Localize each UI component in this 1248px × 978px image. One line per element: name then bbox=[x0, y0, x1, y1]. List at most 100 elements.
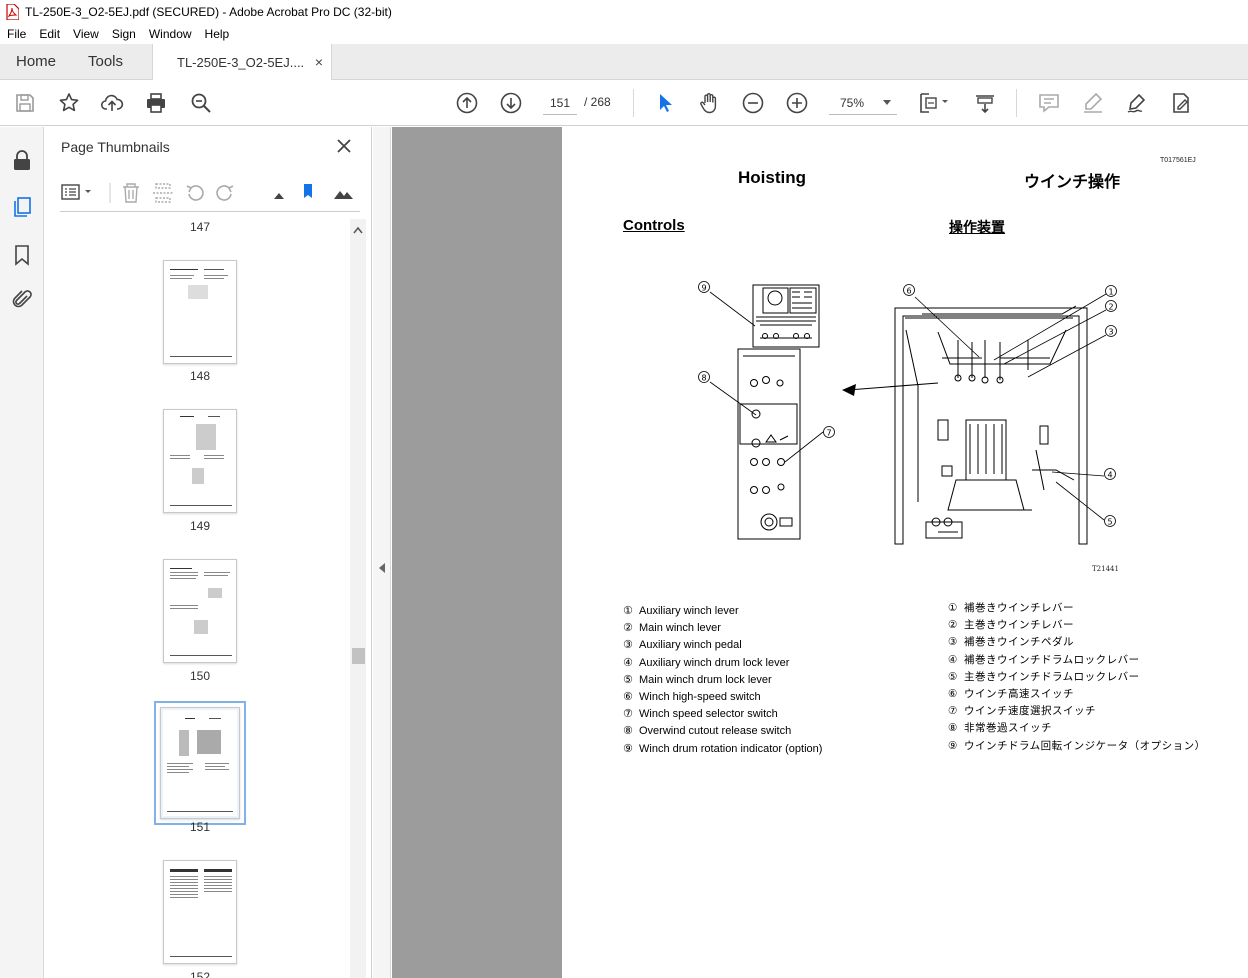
menu-help[interactable]: Help bbox=[205, 27, 230, 41]
save-icon[interactable] bbox=[13, 91, 37, 115]
legend-english: ① Auxiliary winch lever ② Main winch lever… bbox=[623, 603, 822, 758]
page-thumbnails-icon[interactable] bbox=[10, 195, 34, 219]
callout-7: 7 bbox=[823, 426, 835, 438]
sign-icon[interactable] bbox=[1125, 91, 1149, 115]
attachments-icon[interactable] bbox=[10, 288, 34, 312]
lock-icon[interactable] bbox=[10, 149, 34, 173]
legend-japanese: ① 補巻きウインチレバー ② 主巻きウインチレバー ③ 補巻きウインチペダル ④ 補巻き… bbox=[948, 600, 1206, 755]
zoom-in-icon[interactable] bbox=[785, 91, 809, 115]
prev-page-icon[interactable] bbox=[455, 91, 479, 115]
pane-title: Page Thumbnails bbox=[61, 139, 170, 155]
thumbnail-list: 147 148 149 150 151 152 bbox=[45, 215, 350, 978]
legend-item: ⑥ Winch high-speed switch bbox=[623, 691, 761, 704]
page-title-ja: ウインチ操作 bbox=[1024, 172, 1121, 191]
next-page-icon[interactable] bbox=[499, 91, 523, 115]
svg-text:3: 3 bbox=[1108, 328, 1113, 337]
scroll-up-icon[interactable] bbox=[352, 222, 364, 234]
svg-text:1: 1 bbox=[1108, 288, 1113, 297]
zoom-out-icon[interactable] bbox=[741, 91, 765, 115]
legend-item: ⑨ Winch drum rotation indicator (option) bbox=[623, 742, 823, 755]
close-icon[interactable] bbox=[335, 137, 353, 155]
page-thumbnail[interactable] bbox=[163, 260, 237, 364]
collapse-arrow-icon[interactable] bbox=[379, 563, 385, 573]
menu-window[interactable]: Window bbox=[149, 27, 192, 41]
legend-item: ④ Auxiliary winch drum lock lever bbox=[623, 656, 790, 669]
page-thumbnail[interactable] bbox=[163, 559, 237, 663]
scrollbar-thumb[interactable] bbox=[352, 648, 365, 664]
delete-page-icon bbox=[123, 183, 139, 203]
callout-9: 9 bbox=[698, 281, 710, 293]
menu-sign[interactable]: Sign bbox=[112, 27, 136, 41]
fill-sign-icon[interactable] bbox=[1169, 91, 1193, 115]
toolbar bbox=[0, 80, 1248, 126]
callout-3: 3 bbox=[1105, 325, 1117, 337]
legend-item: ④ 補巻きウインチドラムロックレバー bbox=[948, 653, 1140, 666]
rotate-right-icon bbox=[216, 185, 234, 201]
legend-item: ② 主巻きウインチレバー bbox=[948, 619, 1074, 632]
tab-document[interactable]: TL-250E-3_O2-5EJ.... × bbox=[152, 44, 332, 80]
section-heading-ja: 操作装置 bbox=[949, 220, 1005, 236]
pane-collapse-handle[interactable] bbox=[373, 127, 391, 978]
svg-text:8: 8 bbox=[701, 374, 706, 383]
legend-item: ⑧ Overwind cutout release switch bbox=[623, 725, 792, 738]
extract-page-icon bbox=[153, 183, 173, 203]
chevron-down-icon bbox=[883, 100, 891, 105]
hand-tool-icon[interactable] bbox=[697, 91, 721, 115]
thumbnail-scrollbar[interactable] bbox=[350, 219, 366, 978]
page-code: T017561EJ bbox=[1160, 157, 1196, 164]
title-bar: TL-250E-3_O2-5EJ.pdf (SECURED) - Adobe A… bbox=[0, 0, 1248, 24]
acrobat-logo-icon bbox=[5, 3, 20, 21]
thumbnail-large-icon bbox=[334, 191, 353, 199]
menu-view[interactable]: View bbox=[73, 27, 99, 41]
bookmarks-icon[interactable] bbox=[10, 243, 34, 267]
thumbnail-label: 147 bbox=[189, 220, 211, 234]
scroll-mode-icon[interactable] bbox=[973, 91, 997, 115]
callout-6: 6 bbox=[903, 284, 915, 296]
select-cursor-icon[interactable] bbox=[653, 91, 677, 115]
window-title: TL-250E-3_O2-5EJ.pdf (SECURED) - Adobe A… bbox=[25, 5, 392, 19]
legend-item: ① 補巻きウインチレバー bbox=[948, 602, 1074, 614]
svg-text:9: 9 bbox=[701, 284, 706, 293]
callout-8: 8 bbox=[698, 371, 710, 383]
page-title-en: Hoisting bbox=[738, 168, 806, 187]
comment-icon[interactable] bbox=[1037, 91, 1061, 115]
callout-1: 1 bbox=[1105, 285, 1117, 297]
menu-edit[interactable]: Edit bbox=[39, 27, 60, 41]
thumbnails-pane: Page Thumbnails 147 148 149 150 151 152 bbox=[45, 127, 372, 978]
page-thumbnail[interactable] bbox=[163, 860, 237, 964]
page-thumbnail[interactable] bbox=[163, 409, 237, 513]
divider bbox=[60, 211, 360, 212]
toolbar-divider bbox=[633, 89, 634, 117]
legend-item: ⑦ ウインチ速度選択スイッチ bbox=[948, 705, 1096, 718]
callout-5: 5 bbox=[1104, 515, 1116, 527]
page-thumbnail-selected[interactable] bbox=[154, 701, 246, 825]
menu-file[interactable]: File bbox=[7, 27, 26, 41]
upload-icon[interactable] bbox=[100, 91, 124, 115]
svg-text:6: 6 bbox=[906, 287, 911, 296]
search-zoom-icon[interactable] bbox=[189, 91, 213, 115]
thumbnail-label: 152 bbox=[189, 970, 211, 978]
thumbnail-medium-icon bbox=[304, 184, 312, 198]
options-menu-icon bbox=[61, 184, 91, 200]
page-total: / 268 bbox=[584, 95, 611, 109]
tab-tools[interactable]: Tools bbox=[74, 44, 152, 79]
legend-item: ⑤ 主巻きウインチドラムロックレバー bbox=[948, 670, 1140, 683]
legend-item: ⑥ ウインチ高速スイッチ bbox=[948, 688, 1074, 701]
legend-item: ③ Auxiliary winch pedal bbox=[623, 639, 742, 652]
fit-page-icon[interactable] bbox=[918, 91, 952, 115]
legend-item: ① Auxiliary winch lever bbox=[623, 605, 739, 617]
legend-item: ② Main winch lever bbox=[623, 622, 721, 635]
page-number-input[interactable]: 151 bbox=[543, 91, 577, 115]
highlight-icon[interactable] bbox=[1081, 91, 1105, 115]
tab-bar: Home Tools TL-250E-3_O2-5EJ.... × bbox=[0, 44, 1248, 80]
svg-text:4: 4 bbox=[1107, 471, 1112, 480]
tab-home[interactable]: Home bbox=[0, 44, 74, 79]
print-icon[interactable] bbox=[144, 91, 168, 115]
legend-item: ⑦ Winch speed selector switch bbox=[623, 708, 778, 721]
bookmark-star-icon[interactable] bbox=[57, 91, 81, 115]
toolbar-divider bbox=[1016, 89, 1017, 117]
close-tab-icon[interactable]: × bbox=[315, 54, 323, 70]
zoom-dropdown[interactable]: 75% bbox=[829, 91, 897, 115]
svg-text:2: 2 bbox=[1108, 303, 1113, 312]
thumbnail-small-icon bbox=[274, 193, 284, 199]
